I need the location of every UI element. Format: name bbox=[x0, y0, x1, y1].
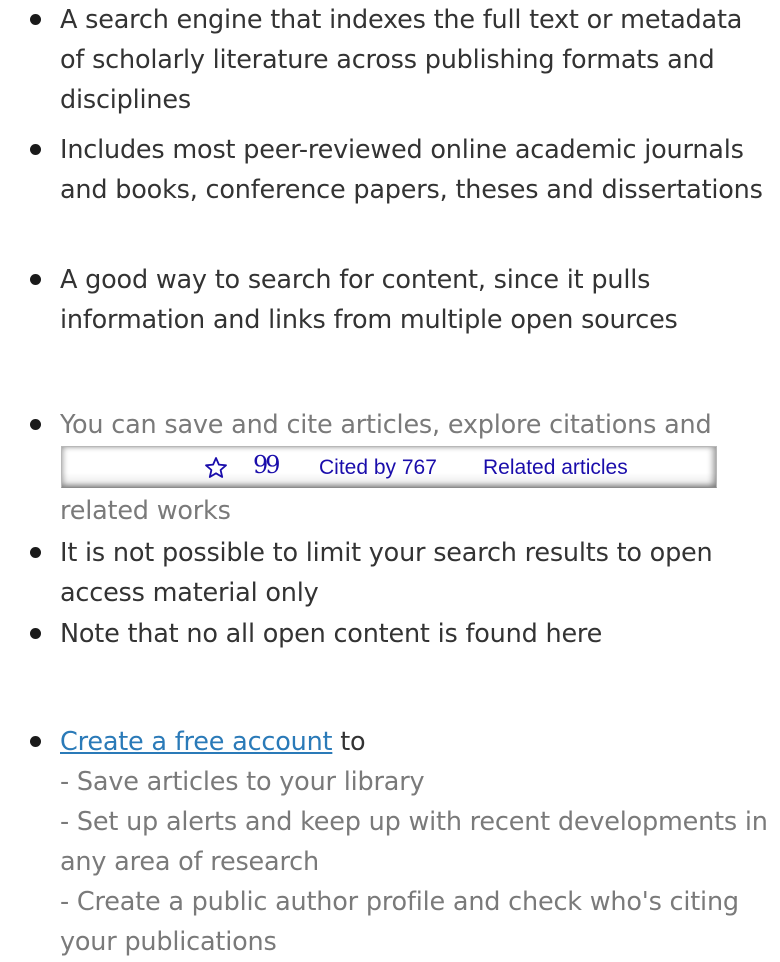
create-account-suffix: to bbox=[332, 727, 366, 757]
bullet-dot bbox=[30, 144, 41, 155]
bullet-item-good-way: A good way to search for content, since … bbox=[60, 265, 678, 335]
subitem-save-articles: - Save articles to your library bbox=[60, 767, 425, 797]
bullet-item-includes: Includes most peer-reviewed online acade… bbox=[60, 135, 763, 205]
bullet-item-not-possible: It is not possible to limit your search … bbox=[60, 538, 713, 608]
bullet-item-save-cite: You can save and cite articles, explore … bbox=[60, 405, 770, 445]
bullet-dot bbox=[30, 419, 41, 430]
bullet-dot bbox=[30, 628, 41, 639]
cited-by-link[interactable]: Cited by 767 bbox=[319, 456, 437, 480]
bullet-item-create-account: Create a free account to - Save articles… bbox=[60, 722, 770, 962]
save-cite-related-works: related works bbox=[60, 496, 231, 526]
scholar-toolbar-image: 99 Cited by 767 Related articles bbox=[61, 446, 717, 488]
create-account-link[interactable]: Create a free account bbox=[60, 727, 333, 757]
bullet-dot bbox=[30, 736, 41, 747]
subitem-author-profile: - Create a public author profile and che… bbox=[60, 887, 739, 957]
quote-icon[interactable]: 99 bbox=[253, 451, 280, 479]
bullet-item-note: Note that no all open content is found h… bbox=[60, 619, 603, 649]
bullet-dot bbox=[30, 274, 41, 285]
bullet-dot bbox=[30, 547, 41, 558]
star-icon[interactable] bbox=[204, 456, 228, 480]
subitem-alerts: - Set up alerts and keep up with recent … bbox=[60, 807, 768, 877]
bullet-dot bbox=[30, 14, 41, 25]
bullet-item-search-engine: A search engine that indexes the full te… bbox=[60, 5, 743, 115]
save-cite-text: You can save and cite articles, explore … bbox=[60, 410, 712, 440]
related-articles-link[interactable]: Related articles bbox=[483, 456, 628, 480]
